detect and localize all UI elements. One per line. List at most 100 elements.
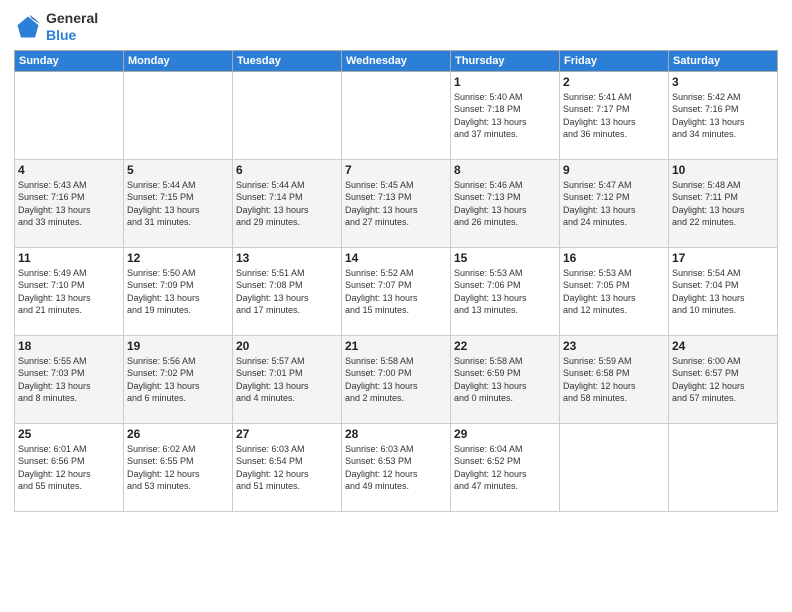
day-info: Sunrise: 5:50 AM Sunset: 7:09 PM Dayligh… [127,267,229,317]
header-cell-friday: Friday [560,50,669,71]
day-cell: 4 Sunrise: 5:43 AM Sunset: 7:16 PM Daylig… [15,159,124,247]
day-cell: 11 Sunrise: 5:49 AM Sunset: 7:10 PM Dayli… [15,247,124,335]
day-info: Sunrise: 5:58 AM Sunset: 7:00 PM Dayligh… [345,355,447,405]
page: General Blue SundayMondayTuesdayWednesda… [0,0,792,612]
day-number: 1 [454,75,556,89]
day-number: 28 [345,427,447,441]
day-number: 3 [672,75,774,89]
day-info: Sunrise: 5:49 AM Sunset: 7:10 PM Dayligh… [18,267,120,317]
day-info: Sunrise: 5:44 AM Sunset: 7:15 PM Dayligh… [127,179,229,229]
day-cell [669,423,778,511]
day-info: Sunrise: 6:03 AM Sunset: 6:54 PM Dayligh… [236,443,338,493]
day-cell: 18 Sunrise: 5:55 AM Sunset: 7:03 PM Dayli… [15,335,124,423]
day-number: 22 [454,339,556,353]
day-cell: 26 Sunrise: 6:02 AM Sunset: 6:55 PM Dayli… [124,423,233,511]
day-info: Sunrise: 6:01 AM Sunset: 6:56 PM Dayligh… [18,443,120,493]
day-cell [342,71,451,159]
day-number: 11 [18,251,120,265]
day-cell [560,423,669,511]
day-info: Sunrise: 5:52 AM Sunset: 7:07 PM Dayligh… [345,267,447,317]
day-cell: 24 Sunrise: 6:00 AM Sunset: 6:57 PM Dayli… [669,335,778,423]
day-cell: 8 Sunrise: 5:46 AM Sunset: 7:13 PM Daylig… [451,159,560,247]
week-row-5: 25 Sunrise: 6:01 AM Sunset: 6:56 PM Dayli… [15,423,778,511]
day-info: Sunrise: 6:02 AM Sunset: 6:55 PM Dayligh… [127,443,229,493]
day-info: Sunrise: 5:53 AM Sunset: 7:05 PM Dayligh… [563,267,665,317]
day-cell [15,71,124,159]
day-cell: 21 Sunrise: 5:58 AM Sunset: 7:00 PM Dayli… [342,335,451,423]
day-number: 6 [236,163,338,177]
day-cell: 28 Sunrise: 6:03 AM Sunset: 6:53 PM Dayli… [342,423,451,511]
day-cell: 29Sunrise: 6:04 AM Sunset: 6:52 PM Dayli… [451,423,560,511]
day-number: 20 [236,339,338,353]
header-cell-tuesday: Tuesday [233,50,342,71]
day-cell: 14 Sunrise: 5:52 AM Sunset: 7:07 PM Dayli… [342,247,451,335]
day-cell: 10Sunrise: 5:48 AM Sunset: 7:11 PM Dayli… [669,159,778,247]
day-number: 15 [454,251,556,265]
day-info: Sunrise: 5:44 AM Sunset: 7:14 PM Dayligh… [236,179,338,229]
calendar-table: SundayMondayTuesdayWednesdayThursdayFrid… [14,50,778,512]
week-row-4: 18 Sunrise: 5:55 AM Sunset: 7:03 PM Dayli… [15,335,778,423]
calendar-body: 1Sunrise: 5:40 AM Sunset: 7:18 PM Daylig… [15,71,778,511]
logo: General Blue [14,10,98,44]
day-cell: 2 Sunrise: 5:41 AM Sunset: 7:17 PM Daylig… [560,71,669,159]
logo-text: General Blue [46,10,98,44]
day-cell: 27 Sunrise: 6:03 AM Sunset: 6:54 PM Dayli… [233,423,342,511]
day-number: 17 [672,251,774,265]
day-cell: 13 Sunrise: 5:51 AM Sunset: 7:08 PM Dayli… [233,247,342,335]
day-number: 8 [454,163,556,177]
day-cell: 7 Sunrise: 5:45 AM Sunset: 7:13 PM Daylig… [342,159,451,247]
day-cell: 23Sunrise: 5:59 AM Sunset: 6:58 PM Dayli… [560,335,669,423]
day-number: 19 [127,339,229,353]
day-number: 2 [563,75,665,89]
day-cell: 12 Sunrise: 5:50 AM Sunset: 7:09 PM Dayli… [124,247,233,335]
day-cell: 19 Sunrise: 5:56 AM Sunset: 7:02 PM Dayli… [124,335,233,423]
day-info: Sunrise: 5:45 AM Sunset: 7:13 PM Dayligh… [345,179,447,229]
day-cell: 15Sunrise: 5:53 AM Sunset: 7:06 PM Dayli… [451,247,560,335]
day-info: Sunrise: 5:46 AM Sunset: 7:13 PM Dayligh… [454,179,556,229]
week-row-2: 4 Sunrise: 5:43 AM Sunset: 7:16 PM Daylig… [15,159,778,247]
day-number: 5 [127,163,229,177]
day-number: 27 [236,427,338,441]
day-info: Sunrise: 5:55 AM Sunset: 7:03 PM Dayligh… [18,355,120,405]
day-info: Sunrise: 5:57 AM Sunset: 7:01 PM Dayligh… [236,355,338,405]
day-number: 13 [236,251,338,265]
day-info: Sunrise: 5:41 AM Sunset: 7:17 PM Dayligh… [563,91,665,141]
day-info: Sunrise: 5:42 AM Sunset: 7:16 PM Dayligh… [672,91,774,141]
day-info: Sunrise: 5:51 AM Sunset: 7:08 PM Dayligh… [236,267,338,317]
day-cell: 22 Sunrise: 5:58 AM Sunset: 6:59 PM Dayli… [451,335,560,423]
week-row-3: 11 Sunrise: 5:49 AM Sunset: 7:10 PM Dayli… [15,247,778,335]
header-cell-monday: Monday [124,50,233,71]
logo-icon [14,13,42,41]
day-number: 14 [345,251,447,265]
header-cell-saturday: Saturday [669,50,778,71]
day-info: Sunrise: 5:56 AM Sunset: 7:02 PM Dayligh… [127,355,229,405]
day-info: Sunrise: 6:03 AM Sunset: 6:53 PM Dayligh… [345,443,447,493]
day-info: Sunrise: 5:48 AM Sunset: 7:11 PM Dayligh… [672,179,774,229]
day-cell: 16Sunrise: 5:53 AM Sunset: 7:05 PM Dayli… [560,247,669,335]
day-number: 23 [563,339,665,353]
day-number: 4 [18,163,120,177]
day-cell [124,71,233,159]
day-number: 21 [345,339,447,353]
header-row: SundayMondayTuesdayWednesdayThursdayFrid… [15,50,778,71]
day-number: 25 [18,427,120,441]
day-number: 18 [18,339,120,353]
day-cell [233,71,342,159]
day-number: 7 [345,163,447,177]
day-number: 9 [563,163,665,177]
day-info: Sunrise: 5:43 AM Sunset: 7:16 PM Dayligh… [18,179,120,229]
header-cell-thursday: Thursday [451,50,560,71]
day-number: 24 [672,339,774,353]
day-info: Sunrise: 6:00 AM Sunset: 6:57 PM Dayligh… [672,355,774,405]
day-cell: 5 Sunrise: 5:44 AM Sunset: 7:15 PM Daylig… [124,159,233,247]
day-number: 12 [127,251,229,265]
day-info: Sunrise: 6:04 AM Sunset: 6:52 PM Dayligh… [454,443,556,493]
day-info: Sunrise: 5:54 AM Sunset: 7:04 PM Dayligh… [672,267,774,317]
calendar-header: SundayMondayTuesdayWednesdayThursdayFrid… [15,50,778,71]
day-info: Sunrise: 5:58 AM Sunset: 6:59 PM Dayligh… [454,355,556,405]
week-row-1: 1Sunrise: 5:40 AM Sunset: 7:18 PM Daylig… [15,71,778,159]
day-number: 26 [127,427,229,441]
day-cell: 6 Sunrise: 5:44 AM Sunset: 7:14 PM Daylig… [233,159,342,247]
header-cell-sunday: Sunday [15,50,124,71]
header: General Blue [14,10,778,44]
